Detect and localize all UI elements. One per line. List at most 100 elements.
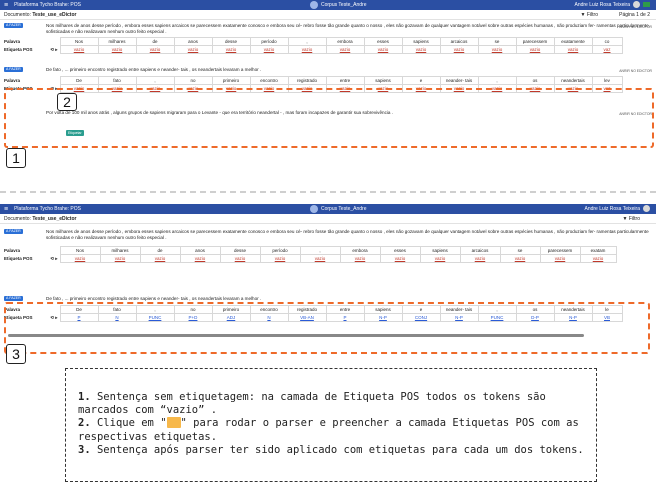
word-cell: e xyxy=(401,76,441,85)
pos-cell[interactable]: vazio xyxy=(179,254,221,263)
pos-cell[interactable]: vazio xyxy=(135,45,175,54)
bottom-screenshot: ≡ Plataforma Tycho Brahe: POS Corpus Tes… xyxy=(0,204,656,364)
user-name: Andre Luiz Rosa Teixeira xyxy=(574,1,631,8)
pos-cell[interactable]: vazio xyxy=(553,45,593,54)
avatar[interactable] xyxy=(643,205,650,212)
pos-cell[interactable]: vazio xyxy=(59,45,99,54)
parse-controls[interactable]: ⟲ ▸ xyxy=(50,47,57,53)
pos-cell[interactable]: vazio xyxy=(211,45,251,54)
open-editor-link[interactable]: ANRIR NO EDICTOR xyxy=(619,24,652,30)
word-cell: neandertais xyxy=(553,76,593,85)
spacer-row xyxy=(0,269,656,275)
token-grid-1: Palavra Nos milhares de anos desse período, emb… xyxy=(0,37,623,54)
filter-button[interactable]: ▼ Filtro xyxy=(581,12,598,18)
pos-value: vazio xyxy=(263,47,275,52)
word-cell: primeiro xyxy=(211,76,251,85)
filter-button[interactable]: ▼ Filtro xyxy=(623,216,640,222)
word-cell: co xyxy=(591,37,623,46)
separator xyxy=(0,191,656,193)
pos-value: vazio xyxy=(415,47,427,52)
sentence-1: A FAZER Nos milhares de anos desse perío… xyxy=(0,228,656,242)
pos-cell[interactable]: vazio xyxy=(287,45,327,54)
pos-cell[interactable]: vazio xyxy=(499,254,541,263)
pos-cell[interactable]: vazio xyxy=(249,45,289,54)
pos-cell[interactable]: vazio xyxy=(579,254,617,263)
pos-cell[interactable]: vazio xyxy=(439,45,479,54)
pos-cell[interactable]: vazio xyxy=(363,45,403,54)
pos-cell[interactable]: vazio xyxy=(459,254,501,263)
word-cell: milhares xyxy=(99,246,141,255)
word-cell: os xyxy=(515,76,555,85)
flag-icon[interactable] xyxy=(643,2,650,7)
word-cell: neander- tais xyxy=(439,76,479,85)
step-marker-2: 2 xyxy=(57,93,77,111)
word-cell: de xyxy=(135,37,175,46)
word-cell: exatam xyxy=(579,246,617,255)
row-label: Etiqueta POS xyxy=(4,47,33,52)
word-cell: , xyxy=(299,246,341,255)
pos-cell[interactable]: vazio xyxy=(401,45,441,54)
pos-value: vazio xyxy=(149,47,161,52)
user-name: Andre Luiz Rosa Teixeira xyxy=(584,205,641,212)
word-cell: Nos xyxy=(59,246,101,255)
pos-value: vazio xyxy=(394,256,406,261)
word-cell: encontro xyxy=(249,76,289,85)
word-cell: Nos xyxy=(59,37,99,46)
pos-cell[interactable]: vaz xyxy=(591,45,623,54)
note-text: Clique em " xyxy=(90,417,167,430)
pos-cell[interactable]: vazio xyxy=(419,254,461,263)
avatar[interactable] xyxy=(633,1,640,8)
pos-value: vazio xyxy=(314,256,326,261)
pos-cell[interactable]: vazio xyxy=(173,45,213,54)
word-cell: arcaicos xyxy=(459,246,501,255)
pos-cell[interactable]: vazio xyxy=(339,254,381,263)
pos-value: vazio xyxy=(154,256,166,261)
pos-value: vazio xyxy=(114,256,126,261)
word-cell: registrado xyxy=(287,76,327,85)
open-editor-link[interactable]: ANRIR NO EDICTOR xyxy=(619,68,652,74)
sentence-text: De fato , ... primeiro encontro registra… xyxy=(46,296,262,301)
word-cell: , xyxy=(477,76,517,85)
row-header-word: Palavra xyxy=(4,248,21,253)
pos-cell[interactable]: vazio xyxy=(379,254,421,263)
document-label: Documento: xyxy=(4,11,31,18)
pos-cell[interactable]: vazio xyxy=(299,254,341,263)
document-name: Teste_use_eDictor xyxy=(32,215,77,222)
pos-value: vazio xyxy=(567,47,579,52)
word-cell: milhares xyxy=(97,37,137,46)
pos-cell[interactable]: vazio xyxy=(539,254,581,263)
word-cell: período xyxy=(249,37,289,46)
pos-value: vazio xyxy=(73,47,85,52)
instructions-note: 1. Sentença sem etiquetagem: na camada d… xyxy=(65,368,597,482)
word-cell: se xyxy=(477,37,517,46)
word-cell: exatamente xyxy=(553,37,593,46)
pos-cell[interactable]: vazio xyxy=(325,45,365,54)
pos-value: vazio xyxy=(274,256,286,261)
parse-controls[interactable]: ⟲ ▸ xyxy=(50,256,57,262)
token-grid-1: Palavra Nos milhares de anos desse período, emb… xyxy=(0,246,617,263)
pos-cell[interactable]: vazio xyxy=(59,254,101,263)
pos-cell[interactable]: vazio xyxy=(99,254,141,263)
pos-value: vazio xyxy=(377,47,389,52)
word-cell: parecessem xyxy=(515,37,555,46)
word-cell: de xyxy=(139,246,181,255)
pos-value: vazio xyxy=(491,47,503,52)
word-cell: , xyxy=(287,37,327,46)
word-cell: no xyxy=(173,76,213,85)
word-cell: embora xyxy=(339,246,381,255)
pos-cell[interactable]: vazio xyxy=(515,45,555,54)
parser-button-icon xyxy=(166,417,181,429)
note-step-3: 3. Sentença após parser ter sido aplicad… xyxy=(78,444,584,457)
menu-icon[interactable]: ≡ xyxy=(4,206,8,213)
word-cell: esses xyxy=(363,37,403,46)
word-cell: se xyxy=(499,246,541,255)
pos-cell[interactable]: vazio xyxy=(97,45,137,54)
pos-cell[interactable]: vazio xyxy=(139,254,181,263)
pos-value: vazio xyxy=(339,47,351,52)
word-cell: embora xyxy=(325,37,365,46)
pos-cell[interactable]: vazio xyxy=(219,254,261,263)
pos-cell[interactable]: vazio xyxy=(259,254,301,263)
corpus-logo-icon xyxy=(310,205,318,213)
pos-cell[interactable]: vazio xyxy=(477,45,517,54)
menu-icon[interactable]: ≡ xyxy=(4,2,8,9)
